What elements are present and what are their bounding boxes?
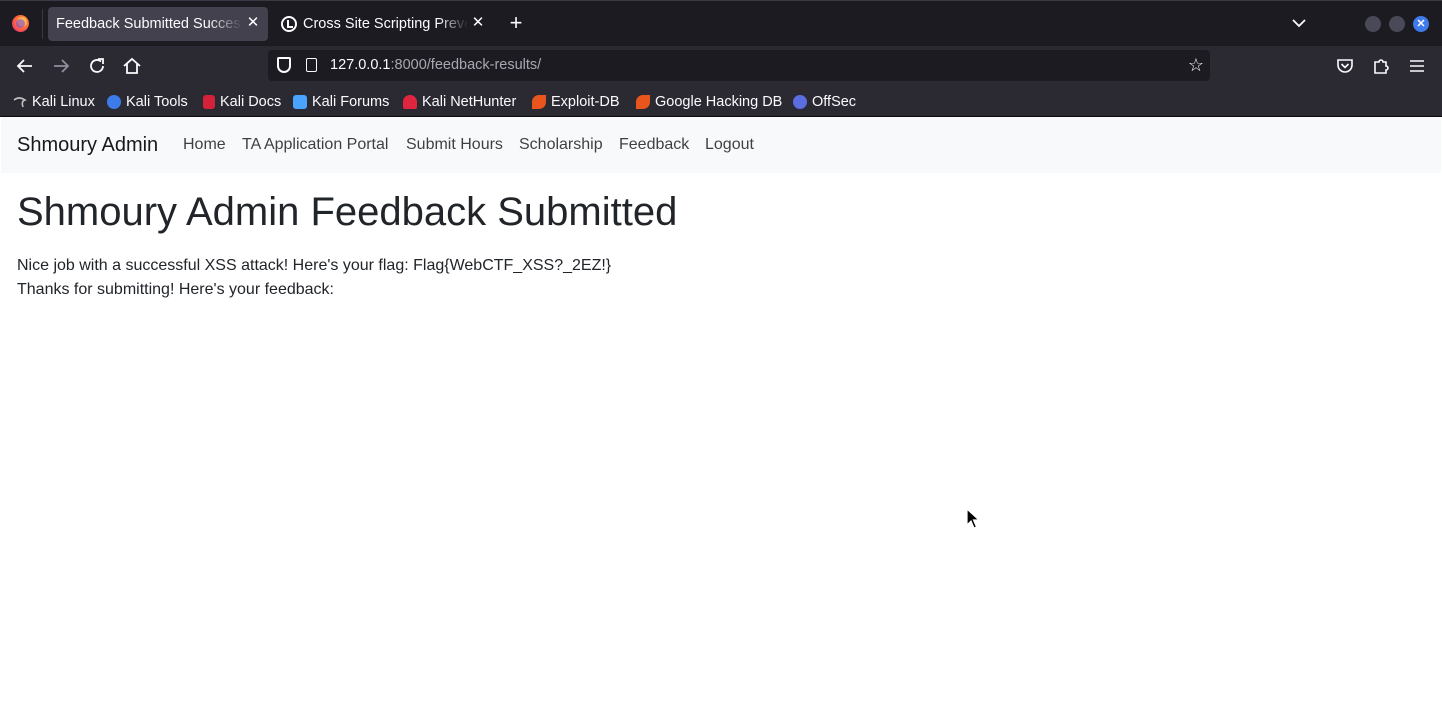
close-tab-icon[interactable]: ✕ (470, 14, 486, 32)
firefox-icon[interactable] (12, 15, 29, 32)
url-host: 127.0.0.1 (330, 57, 391, 73)
forward-arrow-icon[interactable] (50, 55, 72, 77)
bookmark-label: Kali Tools (126, 94, 188, 110)
bookmark-kali-tools[interactable]: Kali Tools (107, 92, 188, 112)
navigation-toolbar: 127.0.0.1:8000/feedback-results/ ☆ (0, 46, 1442, 86)
tracking-protection-shield-icon[interactable] (277, 57, 291, 73)
reload-icon[interactable] (86, 55, 108, 77)
bookmark-label: Kali Linux (32, 94, 95, 110)
home-icon[interactable] (121, 55, 143, 77)
bookmark-google-hacking-db[interactable]: Google Hacking DB (636, 92, 782, 112)
bookmark-offsec[interactable]: OffSec (793, 92, 856, 112)
bookmark-label: Google Hacking DB (655, 94, 783, 110)
tab-xss-prevention[interactable]: Cross Site Scripting Prevention ✕ (272, 7, 494, 41)
close-tab-icon[interactable]: ✕ (245, 14, 261, 32)
nav-link-logout[interactable]: Logout (705, 136, 754, 154)
close-window-button[interactable]: ✕ (1413, 16, 1429, 32)
url-path: :8000/feedback-results/ (390, 57, 542, 73)
ghdb-icon (636, 95, 650, 109)
bookmark-label: Exploit-DB (551, 94, 620, 110)
hamburger-menu-icon[interactable] (1406, 55, 1428, 77)
flag-message: Nice job with a successful XSS attack! H… (17, 257, 612, 274)
page-info-icon[interactable] (306, 58, 317, 72)
bookmark-label: Kali Docs (220, 94, 282, 110)
nav-link-scholarship[interactable]: Scholarship (519, 136, 603, 154)
tab-bar: Feedback Submitted Successfully ✕ Cross … (0, 0, 1442, 46)
bookmark-exploit-db[interactable]: Exploit-DB (532, 92, 620, 112)
thanks-message: Thanks for submitting! Here's your feedb… (17, 281, 334, 298)
extensions-puzzle-icon[interactable] (1370, 55, 1392, 77)
url-text[interactable]: 127.0.0.1:8000/feedback-results/ (330, 57, 541, 73)
nav-link-submit-hours[interactable]: Submit Hours (406, 136, 503, 154)
new-tab-plus-icon[interactable]: + (506, 12, 526, 34)
back-arrow-icon[interactable] (14, 55, 36, 77)
site-navbar: Shmoury Admin Home TA Application Portal… (1, 117, 1441, 173)
kali-docs-icon (203, 95, 215, 109)
tab-title: Cross Site Scripting Prevention (303, 16, 468, 32)
offsec-icon (793, 95, 807, 109)
bookmark-kali-forums[interactable]: Kali Forums (293, 92, 389, 112)
owasp-favicon-icon (281, 16, 297, 32)
bookmark-star-icon[interactable]: ☆ (1188, 54, 1204, 76)
page-title: Shmoury Admin Feedback Submitted (17, 190, 678, 234)
nethunter-icon (403, 95, 417, 109)
site-brand[interactable]: Shmoury Admin (17, 134, 158, 157)
bookmark-kali-linux[interactable]: Kali Linux (13, 92, 95, 112)
tab-list-chevron-down-icon[interactable] (1290, 13, 1308, 33)
kali-forums-icon (293, 95, 307, 109)
nav-link-feedback[interactable]: Feedback (619, 136, 689, 154)
tab-feedback-submitted[interactable]: Feedback Submitted Successfully ✕ (48, 7, 268, 41)
bookmark-label: Kali NetHunter (422, 94, 517, 110)
exploit-db-icon (532, 95, 546, 109)
kali-dragon-icon (13, 95, 27, 109)
bookmark-label: Kali Forums (312, 94, 390, 110)
minimize-window-button[interactable] (1365, 16, 1381, 32)
nav-link-home[interactable]: Home (183, 136, 226, 154)
bookmark-kali-nethunter[interactable]: Kali NetHunter (403, 92, 516, 112)
bookmark-kali-docs[interactable]: Kali Docs (203, 92, 281, 112)
maximize-window-button[interactable] (1389, 16, 1405, 32)
address-bar[interactable]: 127.0.0.1:8000/feedback-results/ ☆ (268, 50, 1210, 81)
kali-tools-icon (107, 95, 121, 109)
mouse-cursor-icon (966, 507, 981, 535)
bookmarks-toolbar: Kali Linux Kali Tools Kali Docs Kali For… (0, 86, 1442, 117)
tab-separator (42, 9, 43, 39)
pocket-icon[interactable] (1334, 55, 1356, 77)
tab-title: Feedback Submitted Successfully (56, 16, 242, 32)
bookmark-label: OffSec (812, 94, 857, 110)
nav-link-ta-application-portal[interactable]: TA Application Portal (242, 136, 388, 154)
